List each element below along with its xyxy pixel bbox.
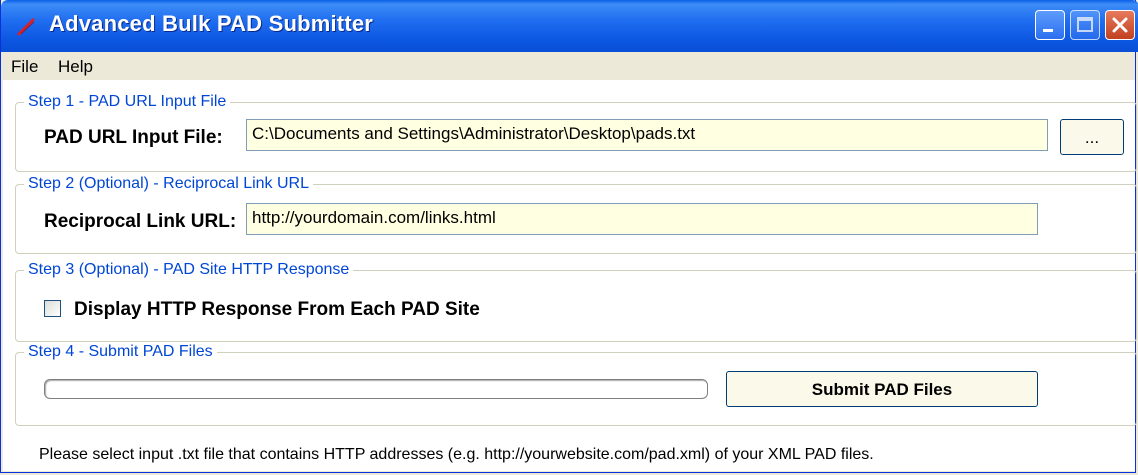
submit-pad-files-button[interactable]: Submit PAD Files <box>726 371 1038 407</box>
title-bar[interactable]: Advanced Bulk PAD Submitter <box>1 0 1138 52</box>
close-button[interactable] <box>1105 10 1135 40</box>
step4-group: Step 4 - Submit PAD Files Submit PAD Fil… <box>15 343 1137 426</box>
reciprocal-url-label: Reciprocal Link URL: <box>44 211 237 232</box>
maximize-icon <box>1077 17 1093 32</box>
menu-file[interactable]: File <box>11 57 38 77</box>
step2-group: Step 2 (Optional) - Reciprocal Link URL … <box>15 175 1137 254</box>
status-text: Please select input .txt file that conta… <box>39 446 874 463</box>
pad-url-label: PAD URL Input File: <box>44 127 223 148</box>
step3-legend: Step 3 (Optional) - PAD Site HTTP Respon… <box>24 261 354 279</box>
submit-progress-bar <box>44 379 708 399</box>
pad-url-input[interactable]: C:\Documents and Settings\Administrator\… <box>246 119 1048 151</box>
step2-legend: Step 2 (Optional) - Reciprocal Link URL <box>24 175 314 193</box>
step1-group: Step 1 - PAD URL Input File PAD URL Inpu… <box>15 93 1137 172</box>
reciprocal-url-input[interactable]: http://yourdomain.com/links.html <box>246 203 1038 235</box>
browse-button[interactable]: ... <box>1060 119 1124 155</box>
http-response-label[interactable]: Display HTTP Response From Each PAD Site <box>74 299 480 321</box>
app-icon <box>17 18 35 36</box>
step3-group: Step 3 (Optional) - PAD Site HTTP Respon… <box>15 261 1137 342</box>
menu-bar: File Help <box>3 52 1135 80</box>
http-response-checkbox[interactable] <box>44 300 61 317</box>
close-icon <box>1112 17 1128 33</box>
step1-legend: Step 1 - PAD URL Input File <box>24 93 231 111</box>
maximize-button[interactable] <box>1070 10 1100 40</box>
menu-help[interactable]: Help <box>58 57 93 77</box>
minimize-icon <box>1043 29 1053 32</box>
minimize-button[interactable] <box>1035 10 1065 40</box>
app-window: Advanced Bulk PAD Submitter File Help St… <box>0 0 1138 473</box>
step4-legend: Step 4 - Submit PAD Files <box>24 343 217 361</box>
main-panel: Step 1 - PAD URL Input File PAD URL Inpu… <box>3 80 1137 471</box>
window-title: Advanced Bulk PAD Submitter <box>49 11 374 36</box>
